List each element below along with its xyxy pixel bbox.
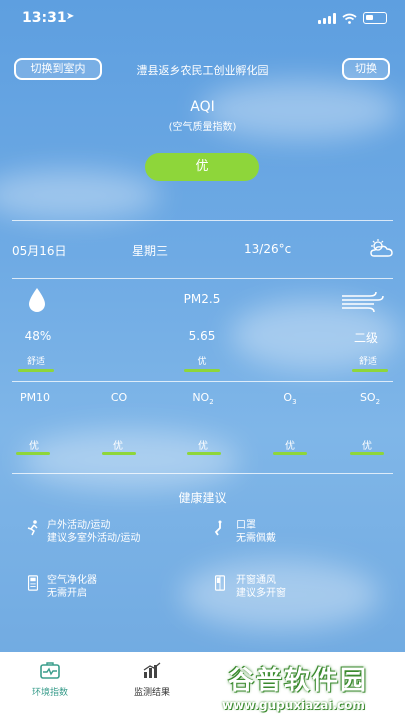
advice-label: 开窗通风 [236,575,276,586]
temperature-text: 13/26°c [244,242,292,256]
advice-outdoor: 户外活动/运动 建议多室外活动/运动 [47,519,140,545]
health-advice-title: 健康建议 [178,491,227,505]
pollutant-indicator-bar [102,452,136,455]
divider [12,220,393,221]
pollutant-tag: 优 [198,441,208,452]
tab-monitor-results[interactable]: 监测结果 [112,662,192,698]
divider [12,381,393,382]
pollutant-tag: 优 [285,441,295,452]
pollutant-pm10: PM10 [19,391,51,404]
advice-text: 无需佩戴 [236,533,276,544]
aqi-level-badge: 优 [145,153,259,181]
pollutant-no2: NO2 [192,391,214,407]
watermark-url: www.gupuxiazai.com [222,698,365,712]
mask-icon [214,520,222,536]
air-purifier-icon [27,575,39,591]
advice-label: 口罩 [236,520,256,531]
advice-text: 建议多室外活动/运动 [47,533,141,544]
signal-icon [318,12,336,24]
pollutant-indicator-bar [16,452,50,455]
partly-cloudy-icon [370,239,393,257]
pollutant-indicator-bar [273,452,307,455]
weekday-text: 星期三 [132,244,169,258]
divider [12,278,393,279]
wifi-icon [342,13,357,24]
wind-tag: 舒适 [358,357,377,367]
advice-text: 无需开启 [47,588,87,599]
status-time: 13:31 [22,10,67,26]
date-text: 05月16日 [12,244,67,258]
pollutant-o3: O3 [283,391,297,407]
pollutant-so2: SO2 [359,391,381,407]
pollutant-indicator-bar [187,452,221,455]
pm25-indicator-bar [184,369,220,372]
running-icon [27,520,38,536]
pollutant-tag: 优 [29,441,39,452]
watermark-title: 谷普软件园 [228,666,369,696]
advice-label: 空气净化器 [47,575,97,586]
pollutant-tag: 优 [113,441,123,452]
battery-icon [363,12,387,24]
humidity-indicator-bar [18,369,54,372]
status-bar: 13:31 ➤ [0,0,405,40]
advice-label: 户外活动/运动 [47,520,111,531]
watermark: 谷普软件园 www.gupuxiazai.com [222,660,405,720]
window-icon [214,575,226,591]
advice-window: 开窗通风 建议多开窗 [236,574,286,600]
advice-mask: 口罩 无需佩戴 [236,519,276,545]
aqi-subtitle: (空气质量指数) [168,122,237,133]
bar-chart-icon [143,662,161,678]
location-arrow-icon: ➤ [66,11,75,22]
aqi-title: AQI [190,99,215,115]
advice-text: 建议多开窗 [236,588,286,599]
wind-icon [342,291,384,313]
pollutant-co: CO [110,391,128,404]
water-drop-icon [29,288,45,312]
env-index-icon [40,662,60,679]
pm25-value: 5.65 [188,329,216,343]
pollutant-tag: 优 [362,441,372,452]
switch-button[interactable]: 切换 [342,58,390,80]
tab-label: 监测结果 [133,688,170,698]
tab-env-index[interactable]: 环境指数 [10,662,90,698]
pollutant-indicator-bar [350,452,384,455]
pm25-label: PM2.5 [183,292,221,306]
pm25-tag: 优 [197,357,207,367]
divider [12,473,393,474]
humidity-tag: 舒适 [26,357,45,367]
humidity-value: 48% [24,329,52,343]
wind-indicator-bar [352,369,388,372]
tab-label: 环境指数 [31,688,68,698]
advice-purifier: 空气净化器 无需开启 [47,574,97,600]
wind-value: 二级 [353,331,378,345]
status-icons [318,12,387,24]
background-cloud [0,170,160,220]
